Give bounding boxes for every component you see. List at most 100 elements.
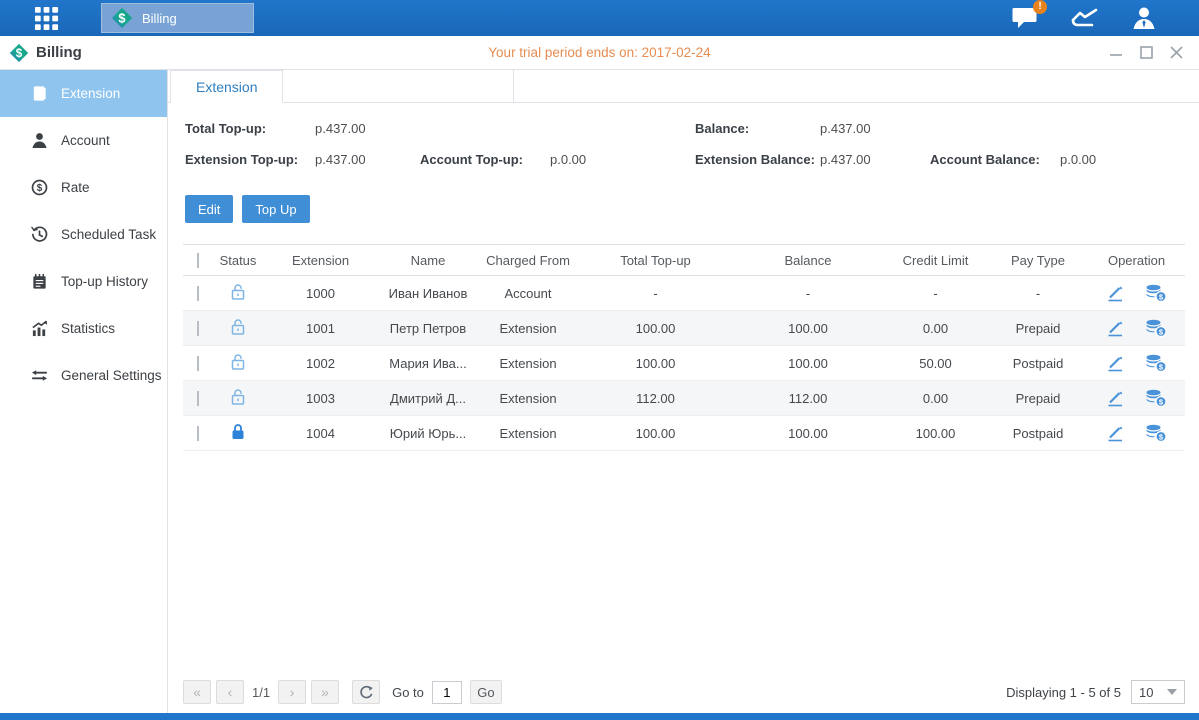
cell-charged-from: Extension bbox=[478, 391, 578, 406]
goto-page-input[interactable] bbox=[432, 681, 462, 704]
billing-diamond-icon: $ bbox=[9, 43, 29, 63]
page-size-value: 10 bbox=[1139, 685, 1153, 700]
cell-charged-from: Extension bbox=[478, 356, 578, 371]
taskbar-status-icons: ! bbox=[1012, 5, 1157, 31]
app-grid-icon[interactable] bbox=[34, 6, 59, 31]
sidebar-item-label: Scheduled Task bbox=[61, 227, 156, 242]
sidebar-item-rate[interactable]: $ Rate bbox=[0, 164, 167, 211]
refresh-button[interactable] bbox=[352, 680, 380, 704]
cell-pay-type: - bbox=[988, 286, 1088, 301]
col-status: Status bbox=[213, 253, 263, 268]
topup-row-icon[interactable]: $ bbox=[1145, 389, 1167, 407]
cell-name: Юрий Юрь... bbox=[378, 426, 478, 441]
lock-status-icon bbox=[230, 324, 246, 339]
displaying-info: Displaying 1 - 5 of 5 bbox=[1006, 685, 1121, 700]
total-topup-label: Total Top-up: bbox=[185, 121, 266, 136]
extension-topup-label: Extension Top-up: bbox=[185, 152, 298, 167]
edit-row-icon[interactable] bbox=[1106, 390, 1125, 407]
sidebar-item-label: Statistics bbox=[61, 321, 115, 336]
row-checkbox[interactable] bbox=[197, 321, 199, 336]
topup-row-icon[interactable]: $ bbox=[1145, 424, 1167, 442]
cell-extension: 1003 bbox=[263, 391, 378, 406]
cell-charged-from: Extension bbox=[478, 321, 578, 336]
dollar-circle-icon: $ bbox=[31, 179, 48, 196]
sidebar-item-account[interactable]: Account bbox=[0, 117, 167, 164]
lock-status-icon bbox=[230, 289, 246, 304]
cell-credit-limit: 0.00 bbox=[883, 321, 988, 336]
desktop-bottom-strip bbox=[0, 713, 1199, 720]
go-button[interactable]: Go bbox=[470, 680, 502, 704]
sidebar-item-topup-history[interactable]: Top-up History bbox=[0, 258, 167, 305]
total-topup-value: p.437.00 bbox=[315, 121, 366, 136]
row-checkbox[interactable] bbox=[197, 286, 199, 301]
taskbar-billing-app-button[interactable]: $ Billing bbox=[101, 3, 254, 33]
maximize-icon[interactable] bbox=[1140, 46, 1153, 59]
topup-row-icon[interactable]: $ bbox=[1145, 284, 1167, 302]
user-account-icon[interactable] bbox=[1131, 5, 1157, 31]
tab-bar-divider bbox=[283, 70, 514, 103]
page-size-select[interactable]: 10 bbox=[1131, 680, 1185, 704]
edit-row-icon[interactable] bbox=[1106, 320, 1125, 337]
svg-text:$: $ bbox=[37, 183, 43, 194]
edit-row-icon[interactable] bbox=[1106, 355, 1125, 372]
cell-credit-limit: 100.00 bbox=[883, 426, 988, 441]
billing-diamond-icon: $ bbox=[111, 7, 133, 29]
edit-row-icon[interactable] bbox=[1106, 285, 1125, 302]
cell-total-topup: 112.00 bbox=[578, 391, 733, 406]
account-balance-value: p.0.00 bbox=[1060, 152, 1096, 167]
topup-row-icon[interactable]: $ bbox=[1145, 319, 1167, 337]
cell-name: Мария Ива... bbox=[378, 356, 478, 371]
chat-icon[interactable]: ! bbox=[1012, 6, 1039, 30]
lock-status-icon bbox=[230, 359, 246, 374]
cell-credit-limit: 0.00 bbox=[883, 391, 988, 406]
first-page-button[interactable]: « bbox=[183, 680, 211, 704]
cell-extension: 1001 bbox=[263, 321, 378, 336]
cell-balance: 100.00 bbox=[733, 356, 883, 371]
col-name: Name bbox=[378, 253, 478, 268]
minimize-icon[interactable] bbox=[1109, 47, 1123, 59]
account-topup-value: p.0.00 bbox=[550, 152, 586, 167]
col-extension: Extension bbox=[263, 253, 378, 268]
sidebar-item-scheduled-task[interactable]: Scheduled Task bbox=[0, 211, 167, 258]
stats-chart-icon bbox=[31, 320, 48, 337]
close-icon[interactable] bbox=[1170, 46, 1183, 59]
sidebar-item-extension[interactable]: Extension bbox=[0, 70, 167, 117]
row-checkbox[interactable] bbox=[197, 356, 199, 371]
table-row: 1002 Мария Ива... Extension 100.00 100.0… bbox=[183, 346, 1185, 381]
resource-monitor-icon[interactable] bbox=[1071, 7, 1099, 29]
cell-extension: 1004 bbox=[263, 426, 378, 441]
col-credit-limit: Credit Limit bbox=[883, 253, 988, 268]
topup-button[interactable]: Top Up bbox=[242, 195, 309, 223]
cell-pay-type: Postpaid bbox=[988, 356, 1088, 371]
history-clock-icon bbox=[31, 226, 48, 243]
col-charged-from: Charged From bbox=[478, 253, 578, 268]
col-pay-type: Pay Type bbox=[988, 253, 1088, 268]
page-info: 1/1 bbox=[252, 685, 270, 700]
sidebar-item-general-settings[interactable]: General Settings bbox=[0, 352, 167, 399]
cell-pay-type: Postpaid bbox=[988, 426, 1088, 441]
notepad-icon bbox=[31, 273, 48, 290]
sidebar-item-statistics[interactable]: Statistics bbox=[0, 305, 167, 352]
topup-row-icon[interactable]: $ bbox=[1145, 354, 1167, 372]
window-title: $ Billing bbox=[9, 43, 82, 63]
window-title-text: Billing bbox=[36, 44, 82, 61]
select-all-checkbox[interactable] bbox=[197, 253, 199, 268]
row-checkbox[interactable] bbox=[197, 391, 199, 406]
edit-button[interactable]: Edit bbox=[185, 195, 233, 223]
edit-row-icon[interactable] bbox=[1106, 425, 1125, 442]
col-operation: Operation bbox=[1088, 253, 1185, 268]
cell-balance: - bbox=[733, 286, 883, 301]
cell-charged-from: Account bbox=[478, 286, 578, 301]
prev-page-button[interactable]: ‹ bbox=[216, 680, 244, 704]
next-page-button[interactable]: › bbox=[278, 680, 306, 704]
notification-badge: ! bbox=[1033, 0, 1047, 14]
person-icon bbox=[31, 132, 48, 149]
tab-extension[interactable]: Extension bbox=[170, 70, 283, 103]
taskbar-app-label: Billing bbox=[142, 11, 177, 26]
svg-text:$: $ bbox=[118, 11, 125, 26]
cell-pay-type: Prepaid bbox=[988, 391, 1088, 406]
last-page-button[interactable]: » bbox=[311, 680, 339, 704]
sliders-icon bbox=[31, 367, 48, 384]
sidebar-item-label: Extension bbox=[61, 86, 120, 101]
row-checkbox[interactable] bbox=[197, 426, 199, 441]
